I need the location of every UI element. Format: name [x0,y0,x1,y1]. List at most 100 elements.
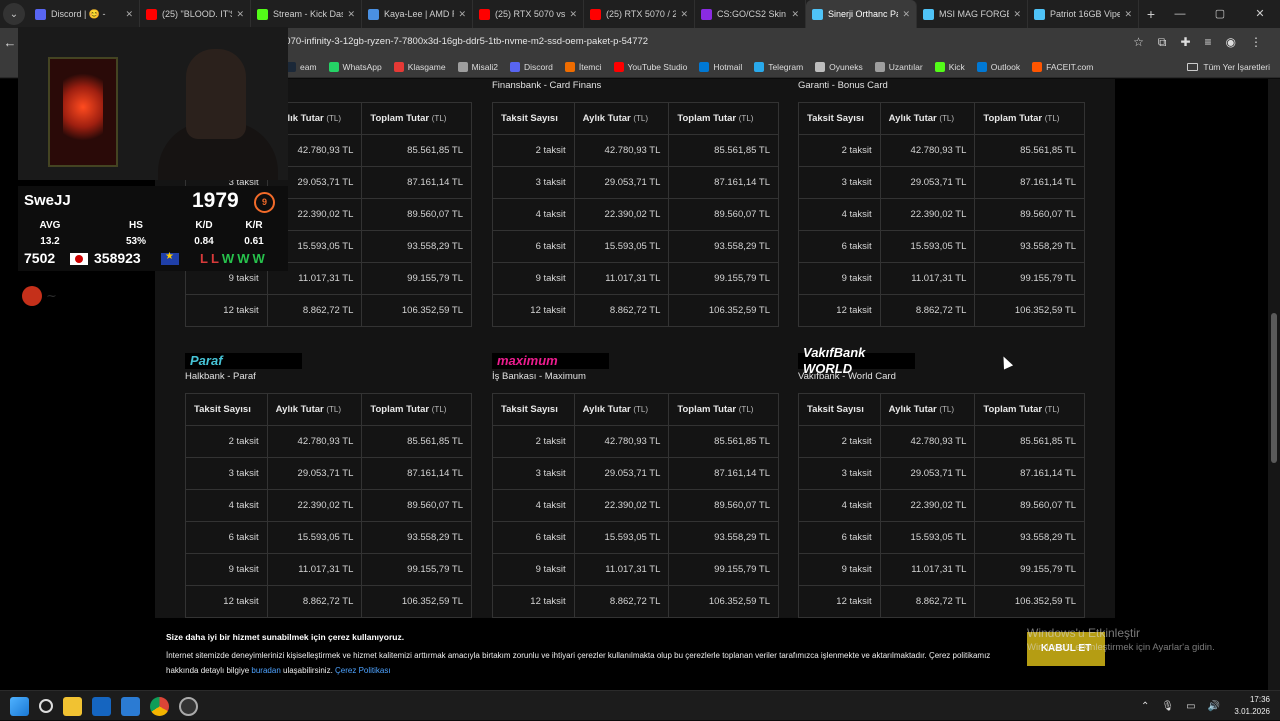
chrome-icon[interactable] [150,696,169,716]
currency-label: (TL) [738,114,754,123]
total-amount: 85.561,85 TL [361,134,472,167]
steam-icon[interactable] [179,696,198,716]
mail-icon[interactable] [92,696,111,716]
bookmark-favicon-icon [754,62,765,72]
bank-logo-bar: VakıfBank WORLD [798,345,915,376]
browser-tab[interactable]: Patriot 16GB Vipe ✕ [1028,0,1139,28]
tab-close-icon[interactable]: ✕ [458,9,466,20]
tab-close-icon[interactable]: ✕ [1013,9,1021,20]
cookie-policy-link[interactable]: Çerez Politikası [335,666,391,675]
tab-close-icon[interactable]: ✕ [125,9,133,20]
installment-count: 4 taksit [185,489,268,522]
stat-label: HS [129,220,143,231]
profile-icon[interactable]: ◉ [1226,35,1236,49]
browser-tab[interactable]: Discord | 😊 - ✕ [29,0,140,28]
monthly-amount: 15.593,05 TL [266,521,363,554]
volume-icon[interactable]: 🔊 [1208,701,1220,712]
tab-favicon-icon [146,8,157,20]
tray-chevron-icon[interactable]: ⌃ [1141,701,1149,712]
recent-results: LLWWW [200,251,265,266]
browser-tab[interactable]: Sinerji Orthanc Pa ✕ [806,0,917,28]
browser-tab[interactable]: MSI MAG FORGE ✕ [917,0,1028,28]
table-row: 9 taksit 11.017,31 TL 99.155,79 TL [492,553,779,586]
display-icon[interactable]: ▭ [1186,701,1195,712]
bank-installment-card: VakıfBank WORLD Vakıfbank - World Card Tak… [798,345,1085,618]
bookmark-item[interactable]: Telegram [754,62,803,72]
bookmark-item[interactable]: Discord [510,62,553,72]
tab-close-icon[interactable]: ✕ [902,9,910,20]
browser-tab[interactable]: (25) RTX 5070 vs R✕ [473,0,584,28]
monthly-amount: 11.017,31 TL [879,553,976,586]
header-total-label: Toplam Tutar [370,404,430,415]
bookmark-item[interactable]: Klasgame [393,62,446,72]
header-count-label: Taksit Sayısı [807,404,864,415]
total-amount: 87.161,14 TL [974,166,1085,199]
table-row: 12 taksit 8.862,72 TL 106.352,59 TL [492,294,779,327]
tab-close-icon[interactable]: ✕ [791,9,799,20]
tab-search-button[interactable]: ⌄ [3,3,25,25]
browser-tab[interactable]: (25) "BLOOD. IT'S ✕ [140,0,251,28]
close-window-button[interactable]: ✕ [1240,0,1280,28]
tab-close-icon[interactable]: ✕ [680,9,688,20]
extension-icon[interactable]: ⧉ [1158,35,1167,50]
media-icon[interactable]: ≡ [1205,35,1212,49]
browser-tab[interactable]: CS:GO/CS2 Skin S ✕ [695,0,806,28]
bookmark-label: Misali2 [471,62,499,72]
scrollbar-thumb[interactable] [1271,313,1277,463]
currency-label: (TL) [1044,405,1060,414]
monthly-amount: 29.053,71 TL [573,457,670,490]
all-bookmarks-button[interactable]: Tüm Yer İşaretleri [1187,56,1270,78]
total-amount: 89.560,07 TL [668,489,779,522]
tab-close-icon[interactable]: ✕ [236,9,244,20]
header-count-label: Taksit Sayısı [501,404,558,415]
tab-close-icon[interactable]: ✕ [1124,9,1132,20]
start-icon[interactable] [10,696,29,716]
total-amount: 99.155,79 TL [361,553,472,586]
file-explorer-icon[interactable] [63,696,82,716]
total-amount: 89.560,07 TL [974,489,1085,522]
tab-favicon-icon [1034,8,1045,20]
bookmark-item[interactable]: İtemci [564,62,602,72]
currency-label: (TL) [1044,114,1060,123]
monthly-amount: 8.862,72 TL [573,585,670,618]
more-menu-icon[interactable]: ⋮ [1250,35,1262,49]
tab-close-icon[interactable]: ✕ [347,9,355,20]
bookmark-item[interactable]: Kick [934,62,965,72]
microphone-icon[interactable]: 🎙 [1161,701,1174,712]
bookmark-item[interactable]: Uzantılar [874,62,923,72]
store-icon[interactable] [121,696,140,716]
url-field[interactable]: 5070-infinity-3-12gb-ryzen-7-7800x3d-16g… [280,32,1140,52]
cookie-banner: Size daha iyi bir hizmet sunabilmek için… [155,618,1115,690]
browser-tab[interactable]: (25) RTX 5070 / 2(✕ [584,0,695,28]
match-result: W [221,251,235,266]
back-button[interactable]: ← [0,35,20,50]
maximize-button[interactable]: ▢ [1200,0,1240,28]
clock[interactable]: 17:36 3.01.2026 [1224,694,1270,718]
bookmark-item[interactable]: YouTube Studio [613,62,687,72]
installment-table: Taksit SayısıAylık Tutar (TL)Toplam Tuta… [798,393,1085,618]
tab-title: (25) RTX 5070 / 2( [606,9,677,19]
tab-close-icon[interactable]: ✕ [569,9,577,20]
bookmark-favicon-icon [1032,62,1043,72]
bookmark-item[interactable]: Outlook [976,62,1020,72]
bookmark-star-icon[interactable]: ☆ [1133,35,1144,49]
table-row: 6 taksit15.593,05 TL93.558,29 TL [185,521,472,554]
minimize-button[interactable]: — [1160,0,1200,28]
cookie-here-link[interactable]: buradan [251,666,280,675]
browser-tab[interactable]: Stream - Kick Das ✕ [251,0,362,28]
monthly-amount: 11.017,31 TL [573,553,670,586]
bookmark-item[interactable]: Misali2 [457,62,499,72]
bookmark-item[interactable]: WhatsApp [328,62,382,72]
page-scrollbar[interactable] [1268,79,1280,690]
bookmark-item[interactable]: eam [286,62,317,72]
search-icon[interactable] [39,699,53,713]
browser-tab[interactable]: Kaya-Lee | AMD R ✕ [362,0,473,28]
monthly-amount: 8.862,72 TL [266,294,363,327]
match-result: W [237,251,250,266]
bookmark-favicon-icon [510,62,521,72]
bookmark-item[interactable]: FACEIT.com [1032,62,1093,72]
bank-installment-card: CARDFINANSFinansbank - Card FinansTaksit… [492,79,779,327]
extensions-puzzle-icon[interactable]: ✚ [1180,35,1190,49]
bookmark-item[interactable]: Hotmail [699,62,742,72]
bookmark-item[interactable]: Oyuneks [815,62,863,72]
